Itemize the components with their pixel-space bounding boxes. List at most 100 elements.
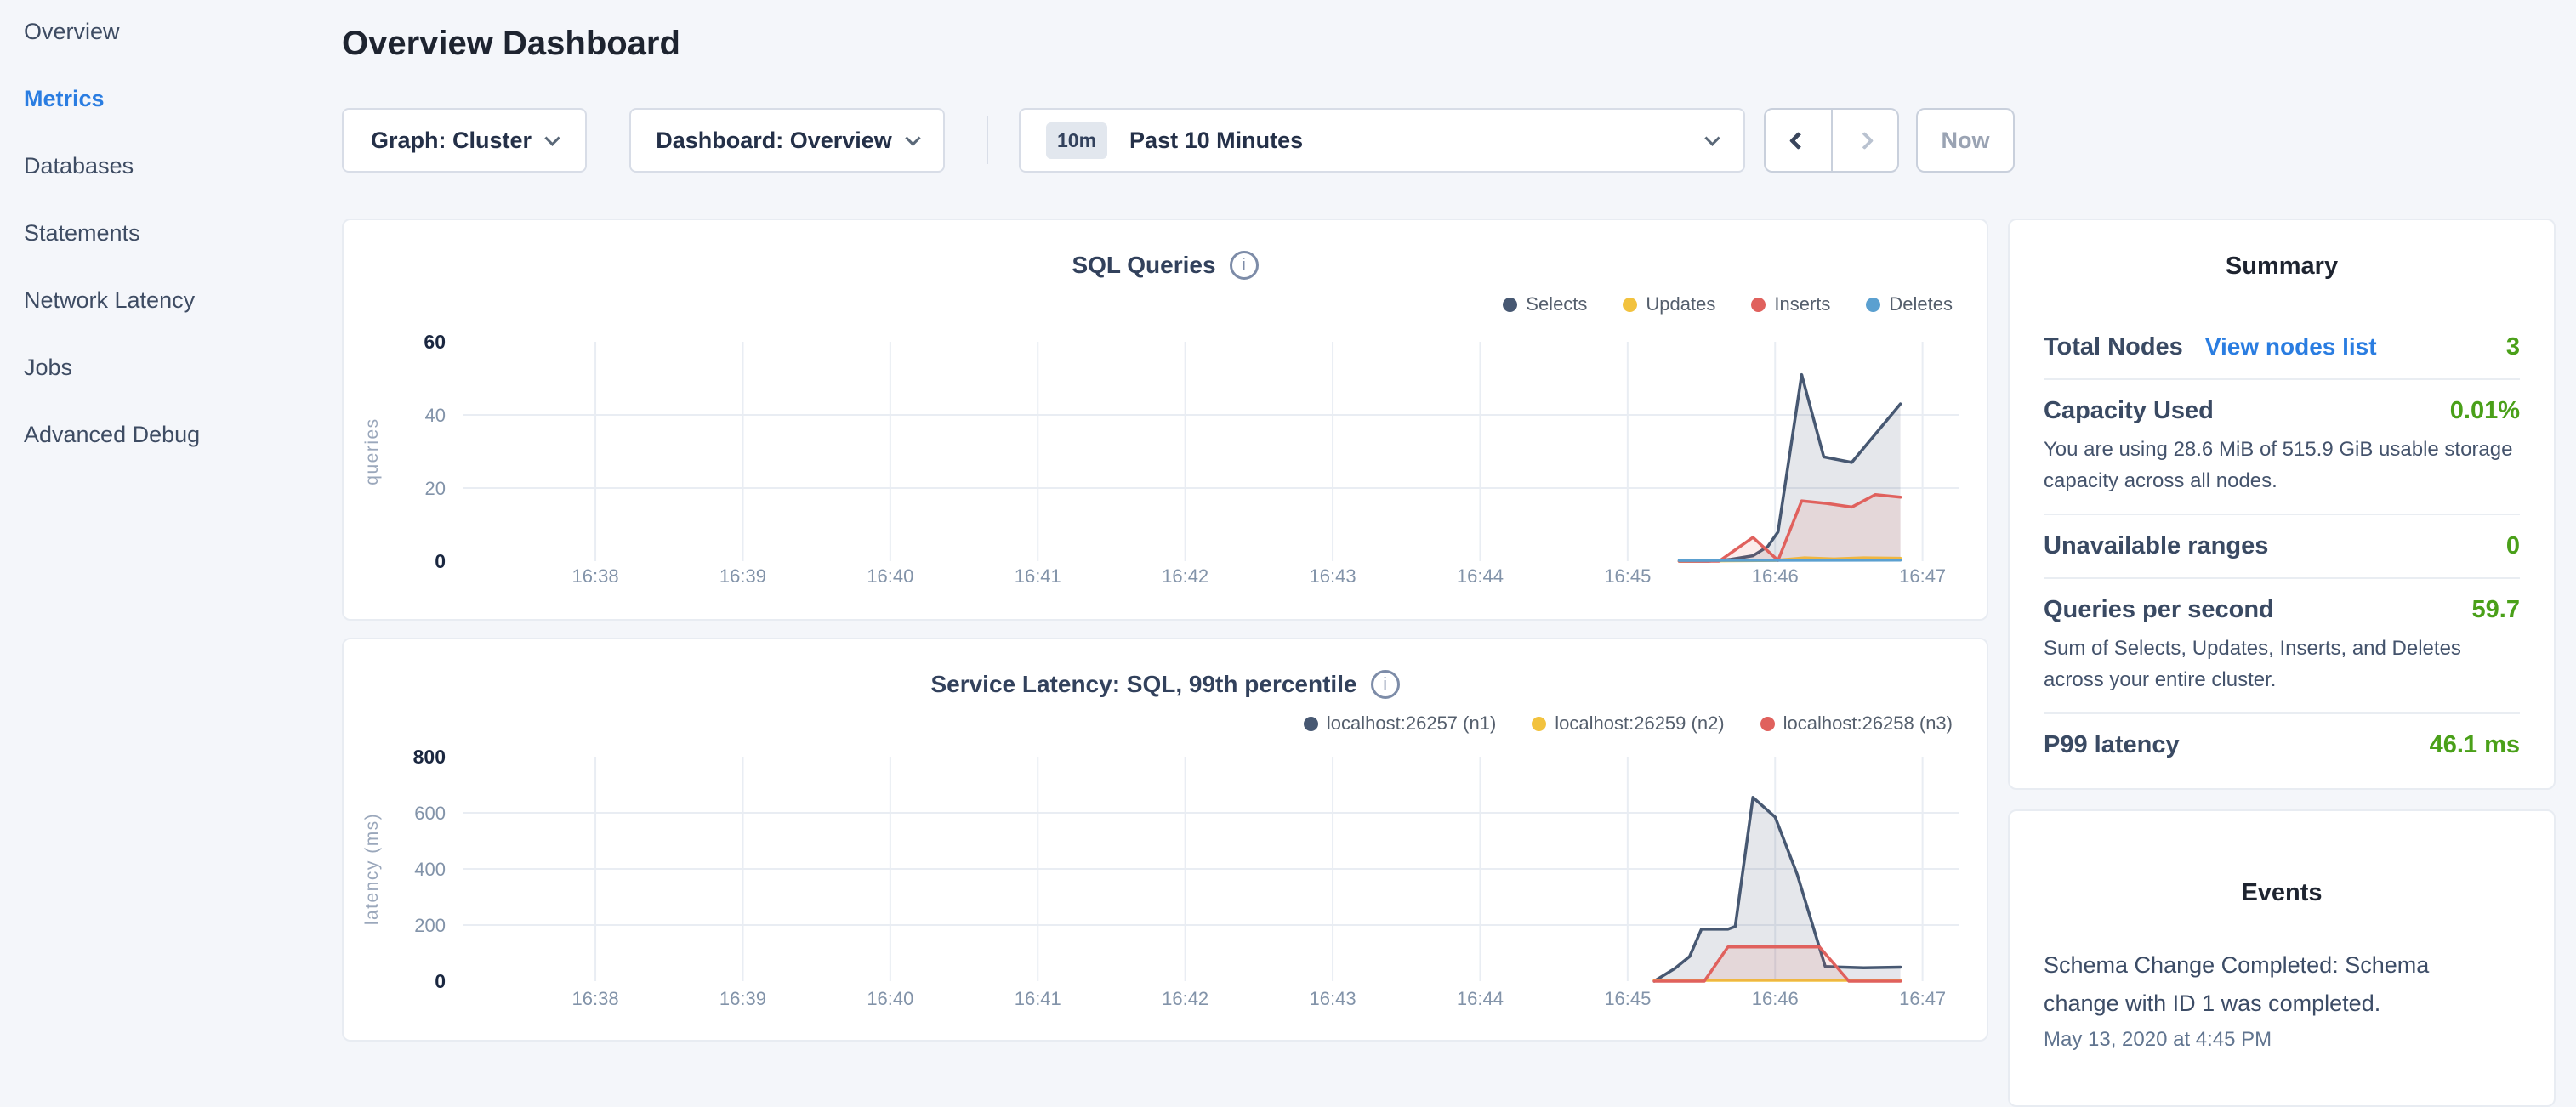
legend-label: localhost:26259 (n2): [1555, 712, 1724, 735]
x-tick-label: 16:42: [1162, 988, 1208, 1009]
event-timestamp: May 13, 2020 at 4:45 PM: [2044, 1028, 2520, 1052]
x-tick-label: 16:44: [1457, 988, 1504, 1009]
chart-legend: Selects Updates Inserts Deletes: [1503, 293, 1953, 315]
legend-item[interactable]: Deletes: [1866, 293, 1953, 315]
view-nodes-list-link[interactable]: View nodes list: [2205, 333, 2377, 360]
summary-panel: Summary Total Nodes View nodes list 3 Ca…: [2008, 219, 2556, 790]
x-tick-label: 16:41: [1015, 988, 1061, 1009]
service-latency-card: Service Latency: SQL, 99th percentile i …: [342, 638, 1988, 1042]
x-tick-label: 16:46: [1752, 988, 1799, 1009]
sidebar-item-label: Databases: [24, 153, 134, 179]
summary-row-value: 0.01%: [2450, 397, 2520, 425]
event-item[interactable]: Schema Change Completed: Schema change w…: [2044, 946, 2520, 1052]
y-tick-label: 0: [435, 970, 446, 992]
y-tick-label: 200: [414, 915, 446, 936]
time-prev-button[interactable]: [1766, 110, 1833, 171]
sql-queries-chart[interactable]: 16:3816:3916:4016:4116:4216:4316:4416:45…: [344, 331, 1990, 603]
sql-queries-card: SQL Queries i Selects Updates Inserts Delet…: [342, 219, 1988, 621]
x-tick-label: 16:47: [1899, 988, 1946, 1009]
page-title: Overview Dashboard: [342, 19, 680, 68]
time-range-dropdown[interactable]: 10m Past 10 Minutes: [1019, 108, 1745, 173]
sidebar: Overview Metrics Databases Statements Ne…: [0, 0, 312, 1051]
summary-row-capacity-used: Capacity Used 0.01% You are using 28.6 M…: [2044, 380, 2520, 514]
legend-dot-icon: [1760, 717, 1775, 731]
summary-row-p99-latency: P99 latency 46.1 ms: [2044, 714, 2520, 776]
summary-row-label: Queries per second: [2044, 596, 2274, 624]
dashboard-dropdown-label: Dashboard: Overview: [656, 128, 892, 154]
sidebar-item-label: Advanced Debug: [24, 422, 200, 448]
sidebar-item-label: Statements: [24, 220, 140, 247]
summary-row-total-nodes: Total Nodes View nodes list 3: [2044, 316, 2520, 378]
dashboard-dropdown[interactable]: Dashboard: Overview: [629, 108, 945, 173]
x-tick-label: 16:38: [572, 988, 619, 1009]
info-icon[interactable]: i: [1230, 251, 1259, 280]
summary-row-value: 3: [2506, 333, 2520, 361]
chart-title: SQL Queries: [1072, 252, 1215, 279]
legend-dot-icon: [1751, 298, 1766, 312]
sidebar-item-databases[interactable]: Databases: [0, 153, 312, 220]
chart-title-row: SQL Queries i: [344, 251, 1987, 280]
graph-node-dropdown[interactable]: Graph: Cluster: [342, 108, 587, 173]
y-tick-label: 40: [425, 405, 446, 426]
summary-row-value: 59.7: [2472, 596, 2520, 624]
time-range-badge: 10m: [1046, 122, 1107, 159]
legend-label: localhost:26258 (n3): [1783, 712, 1953, 735]
x-tick-label: 16:43: [1310, 565, 1356, 587]
chevron-right-icon: [1856, 131, 1874, 149]
legend-item[interactable]: localhost:26257 (n1): [1304, 712, 1496, 735]
legend-item[interactable]: Inserts: [1751, 293, 1830, 315]
summary-row-queries-per-second: Queries per second 59.7 Sum of Selects, …: [2044, 579, 2520, 712]
now-button[interactable]: Now: [1916, 108, 2015, 173]
info-icon[interactable]: i: [1371, 670, 1400, 699]
x-tick-label: 16:45: [1604, 565, 1651, 587]
chart-title-row: Service Latency: SQL, 99th percentile i: [344, 670, 1987, 699]
sidebar-item-jobs[interactable]: Jobs: [0, 355, 312, 422]
sidebar-item-statements[interactable]: Statements: [0, 220, 312, 287]
y-axis-title: latency (ms): [362, 813, 382, 925]
y-tick-label: 0: [435, 550, 446, 572]
chevron-down-icon: [1704, 130, 1720, 145]
legend-item[interactable]: Updates: [1623, 293, 1715, 315]
legend-dot-icon: [1532, 717, 1546, 731]
x-tick-label: 16:40: [867, 988, 913, 1009]
y-tick-label: 20: [425, 478, 446, 499]
legend-item[interactable]: localhost:26259 (n2): [1532, 712, 1724, 735]
time-step-buttons: [1764, 108, 1899, 173]
chevron-left-icon: [1789, 131, 1807, 149]
legend-item[interactable]: localhost:26258 (n3): [1760, 712, 1953, 735]
x-tick-label: 16:46: [1752, 565, 1799, 587]
time-next-button[interactable]: [1833, 110, 1898, 171]
sidebar-item-overview[interactable]: Overview: [0, 19, 312, 86]
x-tick-label: 16:47: [1899, 565, 1946, 587]
summary-title: Summary: [2044, 253, 2520, 281]
y-axis-title: queries: [362, 417, 382, 485]
summary-row-value: 46.1 ms: [2430, 731, 2520, 759]
sidebar-item-advanced-debug[interactable]: Advanced Debug: [0, 422, 312, 489]
legend-label: localhost:26257 (n1): [1327, 712, 1496, 735]
summary-row-label: P99 latency: [2044, 731, 2180, 759]
legend-dot-icon: [1304, 717, 1318, 731]
sidebar-item-label: Network Latency: [24, 287, 195, 314]
legend-label: Inserts: [1774, 293, 1830, 315]
summary-row-subtext: You are using 28.6 MiB of 515.9 GiB usab…: [2044, 434, 2520, 497]
sidebar-item-metrics[interactable]: Metrics: [0, 86, 312, 153]
sidebar-item-network-latency[interactable]: Network Latency: [0, 287, 312, 355]
events-panel: Events Schema Change Completed: Schema c…: [2008, 809, 2556, 1107]
time-range-label: Past 10 Minutes: [1129, 128, 1303, 154]
sidebar-item-label: Metrics: [24, 86, 105, 112]
graph-node-dropdown-label: Graph: Cluster: [371, 128, 532, 154]
legend-dot-icon: [1503, 298, 1517, 312]
x-tick-label: 16:38: [572, 565, 619, 587]
service-latency-chart[interactable]: 16:3816:3916:4016:4116:4216:4316:4416:45…: [344, 750, 1990, 1030]
chart-legend: localhost:26257 (n1) localhost:26259 (n2)…: [1304, 712, 1953, 735]
summary-row-label: Unavailable ranges: [2044, 532, 2268, 560]
events-title: Events: [2044, 879, 2520, 907]
x-tick-label: 16:45: [1604, 988, 1651, 1009]
legend-item[interactable]: Selects: [1503, 293, 1587, 315]
summary-row-subtext: Sum of Selects, Updates, Inserts, and De…: [2044, 633, 2520, 695]
summary-row-label: Capacity Used: [2044, 397, 2214, 425]
summary-row-unavailable-ranges: Unavailable ranges 0: [2044, 515, 2520, 577]
legend-dot-icon: [1866, 298, 1880, 312]
legend-dot-icon: [1623, 298, 1637, 312]
x-tick-label: 16:42: [1162, 565, 1208, 587]
